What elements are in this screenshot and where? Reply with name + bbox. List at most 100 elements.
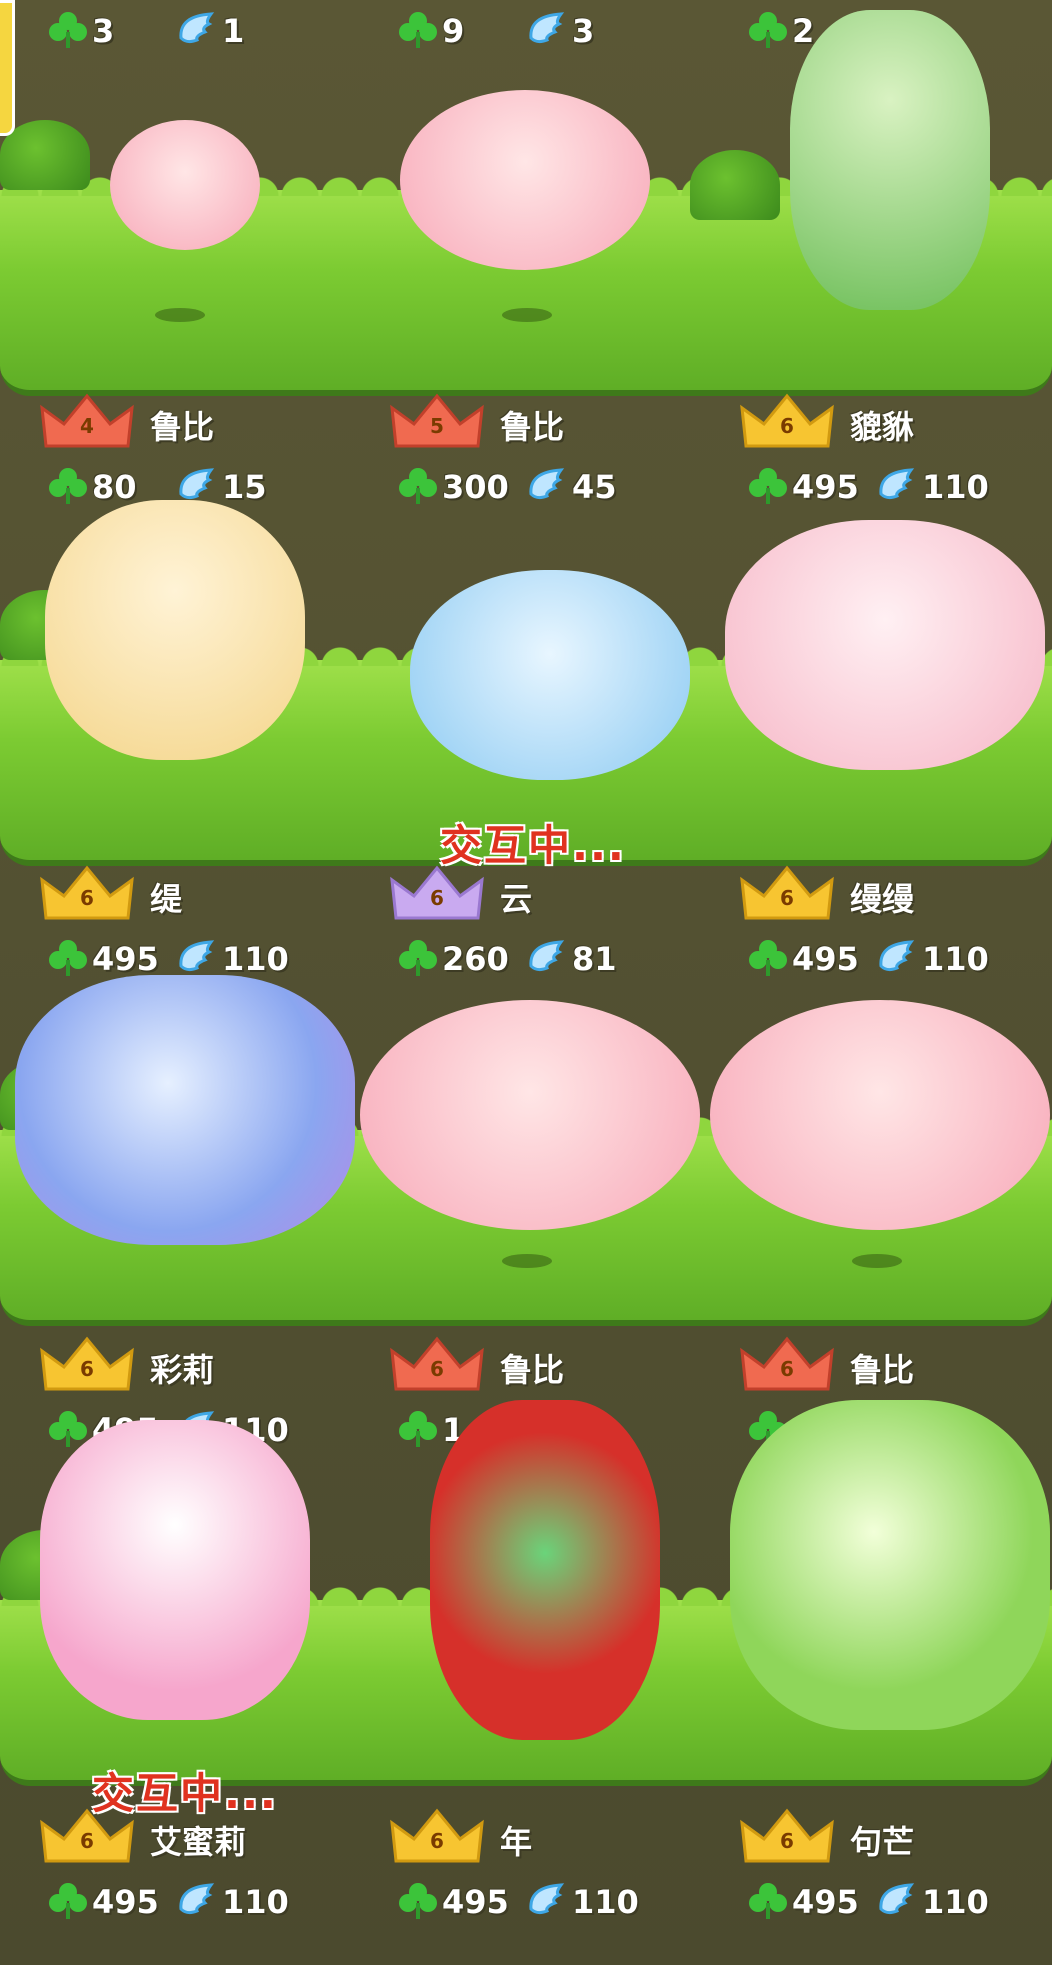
pet-shadow: [502, 308, 552, 322]
wing-value: 110: [922, 468, 989, 506]
clover-icon: [399, 1411, 437, 1447]
pet-sprite-winged-cat[interactable]: [725, 520, 1045, 770]
wing-value: 3: [572, 12, 595, 50]
clover-icon: [749, 1883, 787, 1919]
clover-icon: [749, 468, 787, 504]
level-crown: 6: [740, 1805, 834, 1867]
level-number: 6: [780, 886, 794, 910]
level-number: 6: [430, 1829, 444, 1853]
wing-icon: [529, 940, 565, 972]
level-crown: 6: [740, 1333, 834, 1395]
wing-icon: [179, 940, 215, 972]
level-crown: 6: [390, 1805, 484, 1867]
pet-name: 句芒: [850, 1823, 915, 1861]
level-crown: 6: [740, 390, 834, 452]
clover-value: 495: [792, 940, 859, 978]
wing-icon: [879, 468, 915, 500]
level-crown: 6: [40, 862, 134, 924]
clover-value: 495: [442, 1883, 509, 1921]
pet-stats: 260 81: [390, 936, 710, 980]
wing-icon: [879, 1883, 915, 1915]
level-crown: 6: [740, 862, 834, 924]
level-crown: 5: [390, 390, 484, 452]
pet-stats: 495 110: [740, 936, 1040, 980]
pet-name: 年: [500, 1823, 533, 1861]
wing-icon: [179, 1883, 215, 1915]
pet-name: 貔貅: [850, 408, 915, 446]
clover-value: 495: [92, 940, 159, 978]
pet-stats: 495 110: [390, 1879, 710, 1923]
wing-value: 81: [572, 940, 617, 978]
clover-icon: [749, 940, 787, 976]
pet-sprite-red-bunny-hood[interactable]: [430, 1400, 660, 1740]
level-number: 4: [80, 414, 94, 438]
clover-icon: [749, 12, 787, 48]
wing-icon: [529, 12, 565, 44]
pet-name: 鲁比: [500, 1351, 565, 1389]
top-stats-1: 3 1: [40, 8, 360, 52]
level-number: 6: [430, 886, 444, 910]
level-crown: 6: [390, 1333, 484, 1395]
clover-icon: [399, 1883, 437, 1919]
pet-sprite-pink-axolotl[interactable]: [110, 120, 260, 250]
pet-name: 艾蜜莉: [150, 1823, 247, 1861]
top-stats-3: 2: [740, 8, 814, 52]
pet-stats: 495 110: [40, 1879, 360, 1923]
level-number: 6: [80, 886, 94, 910]
clover-value: 495: [92, 1883, 159, 1921]
pet-sprite-unicorn-mermaid[interactable]: [45, 500, 305, 760]
clover-icon: [49, 1411, 87, 1447]
wing-icon: [529, 1883, 565, 1915]
top-stats-2: 9 3: [390, 8, 710, 52]
wing-icon: [179, 12, 215, 44]
side-tab[interactable]: [0, 0, 15, 136]
pet-stats: 495 110: [740, 1879, 1040, 1923]
clover-value: 2: [792, 12, 815, 50]
pet-name: 彩莉: [150, 1351, 215, 1389]
level-crown: 4: [40, 390, 134, 452]
pet-sprite-green-dragon[interactable]: [730, 1400, 1050, 1730]
clover-icon: [49, 1883, 87, 1919]
pet-sprite-pilot-bunny[interactable]: [40, 1420, 310, 1720]
clover-icon: [399, 12, 437, 48]
wing-value: 110: [572, 1883, 639, 1921]
wing-icon: [879, 940, 915, 972]
level-number: 6: [780, 1357, 794, 1381]
level-number: 6: [430, 1357, 444, 1381]
level-crown: 6: [390, 862, 484, 924]
clover-value: 300: [442, 468, 509, 506]
bush-decoration: [690, 150, 780, 220]
wing-value: 1: [222, 12, 245, 50]
clover-value: 9: [442, 12, 465, 50]
pet-stats: 495 110: [740, 464, 1040, 508]
pet-sprite-pink-axolotl[interactable]: [360, 1000, 700, 1230]
clover-value: 495: [792, 468, 859, 506]
level-number: 6: [80, 1357, 94, 1381]
pet-sprite-pink-axolotl[interactable]: [400, 90, 650, 270]
pet-sprite-pink-axolotl[interactable]: [710, 1000, 1050, 1230]
clover-icon: [49, 468, 87, 504]
wing-value: 110: [222, 940, 289, 978]
wing-value: 110: [922, 940, 989, 978]
pet-name: 云: [500, 880, 533, 918]
clover-value: 80: [92, 468, 137, 506]
clover-value: 495: [792, 1883, 859, 1921]
clover-icon: [399, 468, 437, 504]
wing-value: 110: [222, 1883, 289, 1921]
pet-sprite-butterfly-bird[interactable]: [15, 975, 355, 1245]
pet-sprite-cloud-bunny[interactable]: [410, 570, 690, 780]
level-crown: 6: [40, 1333, 134, 1395]
clover-value: 3: [92, 12, 115, 50]
pet-shadow: [155, 308, 205, 322]
wing-value: 110: [922, 1883, 989, 1921]
pet-name: 鲁比: [850, 1351, 915, 1389]
pet-sprite-green-ram[interactable]: [790, 10, 990, 310]
wing-icon: [529, 468, 565, 500]
pet-name: 鲁比: [150, 408, 215, 446]
clover-icon: [49, 12, 87, 48]
clover-value: 260: [442, 940, 509, 978]
pet-name: 鲁比: [500, 408, 565, 446]
level-number: 6: [780, 1829, 794, 1853]
pet-stats: 495 110: [40, 936, 360, 980]
level-crown: 6: [40, 1805, 134, 1867]
